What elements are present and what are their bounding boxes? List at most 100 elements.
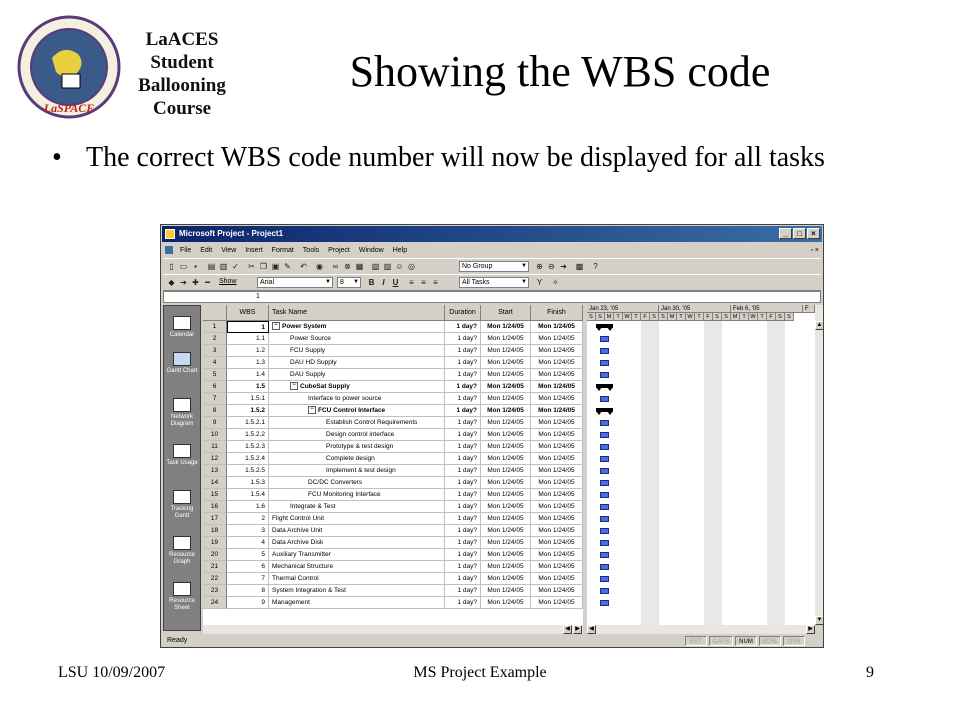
table-row[interactable]: 14 1.5.3 DC/DC Converters 1 day? Mon 1/24/05… [203, 477, 583, 489]
task-bar[interactable] [600, 420, 609, 426]
task-wbs[interactable]: 3 [227, 525, 269, 537]
summary-bar[interactable] [596, 384, 613, 391]
summary-bar[interactable] [596, 408, 613, 415]
task-id[interactable]: 24 [203, 597, 227, 609]
assign-resources-icon[interactable]: ☺ [395, 262, 404, 271]
task-name[interactable]: FCU Monitoring Interface [269, 489, 445, 501]
summary-bar[interactable] [596, 324, 613, 331]
back-arrow-icon[interactable]: ◆ [167, 278, 176, 287]
task-bar[interactable] [600, 504, 609, 510]
task-start[interactable]: Mon 1/24/05 [481, 477, 531, 489]
align-center-icon[interactable]: ≡ [419, 278, 428, 287]
header-id[interactable] [203, 305, 227, 321]
task-wbs[interactable]: 1.1 [227, 333, 269, 345]
open-icon[interactable]: ▭ [179, 262, 188, 271]
table-row[interactable]: 19 4 Data Archive Disk 1 day? Mon 1/24/05 Mon… [203, 537, 583, 549]
task-wbs[interactable]: 4 [227, 537, 269, 549]
indent-icon[interactable]: ✚ [191, 278, 200, 287]
task-finish[interactable]: Mon 1/24/05 [531, 345, 583, 357]
task-finish[interactable]: Mon 1/24/05 [531, 489, 583, 501]
scroll-left-icon[interactable]: ◀ [563, 625, 572, 634]
hyperlink-icon[interactable]: ◉ [315, 262, 324, 271]
task-start[interactable]: Mon 1/24/05 [481, 513, 531, 525]
task-duration[interactable]: 1 day? [445, 441, 481, 453]
task-bar[interactable] [600, 540, 609, 546]
task-start[interactable]: Mon 1/24/05 [481, 357, 531, 369]
collapse-icon[interactable]: − [272, 322, 280, 331]
task-duration[interactable]: 1 day? [445, 573, 481, 585]
zoom-out-icon[interactable]: ⊖ [547, 262, 556, 271]
task-name[interactable]: − Power System [269, 321, 445, 333]
table-row[interactable]: 18 3 Data Archive Unit 1 day? Mon 1/24/05 Mon… [203, 525, 583, 537]
task-name[interactable]: − FCU Control Interface [269, 405, 445, 417]
task-wbs[interactable]: 5 [227, 549, 269, 561]
task-name[interactable]: Integrate & Test [269, 501, 445, 513]
task-id[interactable]: 17 [203, 513, 227, 525]
task-name[interactable]: Data Archive Unit [269, 525, 445, 537]
task-bar[interactable] [600, 432, 609, 438]
task-id[interactable]: 10 [203, 429, 227, 441]
collapse-icon[interactable]: − [308, 406, 316, 415]
task-id[interactable]: 2 [203, 333, 227, 345]
view-gantt-chart[interactable]: Gantt Chart [164, 352, 200, 375]
task-id[interactable]: 15 [203, 489, 227, 501]
table-row[interactable]: 7 1.5.1 Interface to power source 1 day? Mon… [203, 393, 583, 405]
task-bar[interactable] [600, 492, 609, 498]
task-id[interactable]: 6 [203, 381, 227, 393]
task-information-icon[interactable]: ▧ [371, 262, 380, 271]
task-table[interactable]: WBS Task Name Duration Start Finish 1 1− P… [203, 305, 583, 625]
undo-icon[interactable]: ↶ [299, 262, 308, 271]
task-finish[interactable]: Mon 1/24/05 [531, 321, 583, 333]
scroll-up-icon[interactable]: ▲ [815, 321, 823, 330]
menu-help[interactable]: Help [393, 247, 407, 254]
menu-file[interactable]: File [180, 247, 191, 254]
menu-project[interactable]: Project [328, 247, 350, 254]
task-duration[interactable]: 1 day? [445, 453, 481, 465]
header-duration[interactable]: Duration [445, 305, 481, 321]
task-finish[interactable]: Mon 1/24/05 [531, 525, 583, 537]
task-duration[interactable]: 1 day? [445, 561, 481, 573]
autofilter-icon[interactable]: Y [535, 278, 544, 287]
task-id[interactable]: 5 [203, 369, 227, 381]
task-finish[interactable]: Mon 1/24/05 [531, 513, 583, 525]
task-bar[interactable] [600, 336, 609, 342]
menu-insert[interactable]: Insert [245, 247, 263, 254]
task-name[interactable]: Design control interface [269, 429, 445, 441]
header-finish[interactable]: Finish [531, 305, 583, 321]
task-start[interactable]: Mon 1/24/05 [481, 441, 531, 453]
italic-icon[interactable]: I [379, 278, 388, 287]
task-wbs[interactable]: 6 [227, 561, 269, 573]
font-combo[interactable]: Arial ▼ [257, 277, 333, 288]
task-bar[interactable] [600, 600, 609, 606]
menu-tools[interactable]: Tools [303, 247, 319, 254]
task-wbs[interactable]: 1.5.1 [227, 393, 269, 405]
task-start[interactable]: Mon 1/24/05 [481, 585, 531, 597]
task-id[interactable]: 21 [203, 561, 227, 573]
entry-bar[interactable]: 1 [163, 291, 821, 303]
scroll-left-icon[interactable]: ◀ [587, 625, 596, 634]
task-start[interactable]: Mon 1/24/05 [481, 501, 531, 513]
view-task-usage[interactable]: Task Usage [164, 444, 200, 467]
table-row[interactable]: 21 6 Mechanical Structure 1 day? Mon 1/24/05… [203, 561, 583, 573]
table-row[interactable]: 23 8 System Integration & Test 1 day? Mon 1/… [203, 585, 583, 597]
header-start[interactable]: Start [481, 305, 531, 321]
task-bar[interactable] [600, 360, 609, 366]
task-name[interactable]: − CubeSat Supply [269, 381, 445, 393]
scroll-down-icon[interactable]: ▼ [815, 616, 823, 625]
task-finish[interactable]: Mon 1/24/05 [531, 585, 583, 597]
task-duration[interactable]: 1 day? [445, 357, 481, 369]
print-icon[interactable]: ▤ [207, 262, 216, 271]
document-controls[interactable]: ▫ × [810, 244, 819, 257]
forward-arrow-icon[interactable]: ➔ [179, 278, 188, 287]
gantt-horizontal-scrollbar[interactable]: ◀ ▶ [587, 625, 815, 634]
task-finish[interactable]: Mon 1/24/05 [531, 477, 583, 489]
goto-task-icon[interactable]: ➜ [559, 262, 568, 271]
task-start[interactable]: Mon 1/24/05 [481, 525, 531, 537]
task-wbs[interactable]: 1.5.2 [227, 405, 269, 417]
task-wbs[interactable]: 1.5.2.2 [227, 429, 269, 441]
task-id[interactable]: 20 [203, 549, 227, 561]
task-finish[interactable]: Mon 1/24/05 [531, 393, 583, 405]
task-wbs[interactable]: 1.5.2.4 [227, 453, 269, 465]
task-finish[interactable]: Mon 1/24/05 [531, 597, 583, 609]
task-name[interactable]: DAU Supply [269, 369, 445, 381]
